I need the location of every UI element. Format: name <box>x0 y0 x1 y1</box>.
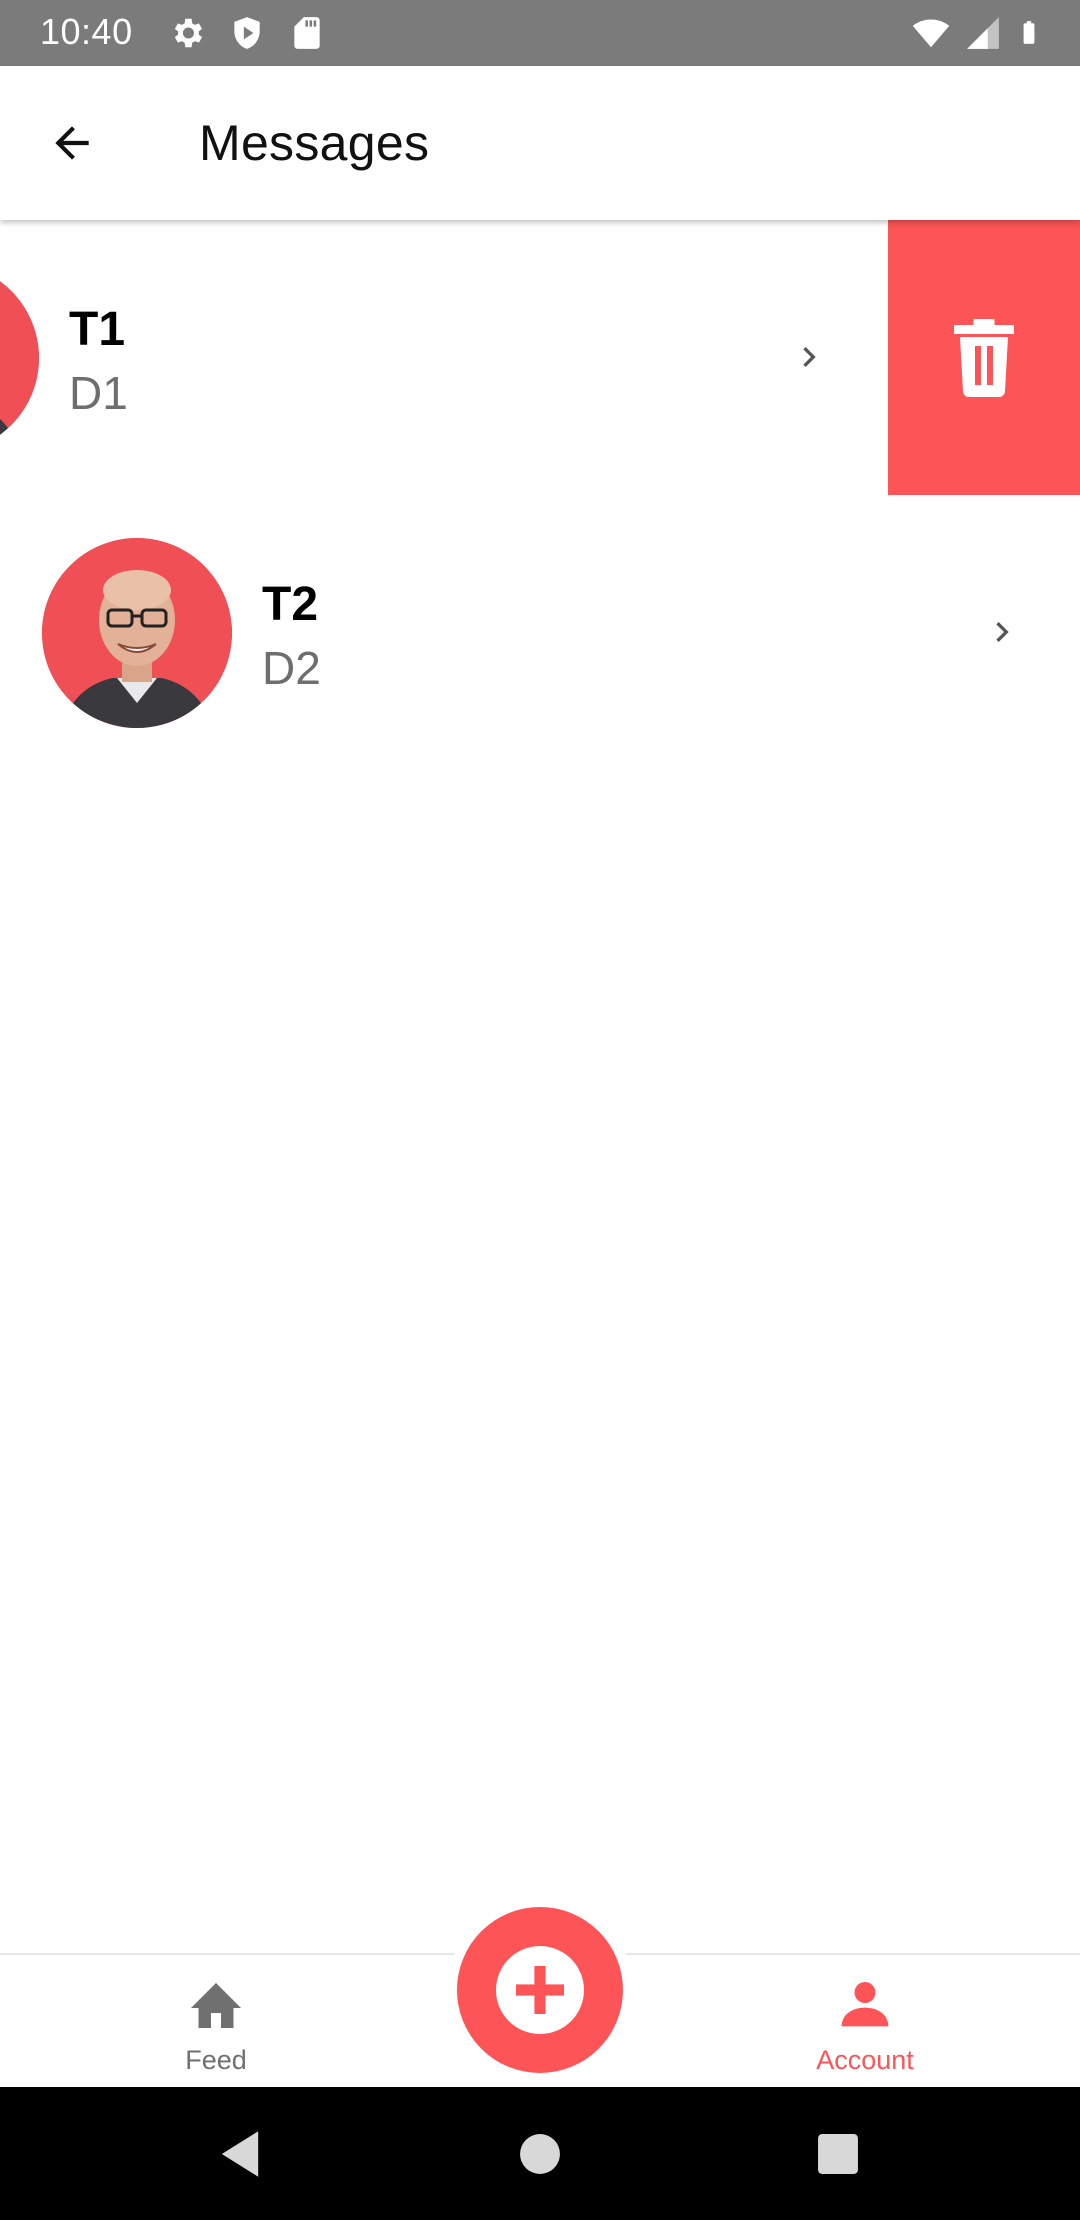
shield-icon <box>234 17 260 49</box>
list-item[interactable]: T1 D1 <box>0 220 1080 495</box>
trash-icon <box>954 318 1014 397</box>
message-subtitle: D1 <box>69 367 128 419</box>
avatar-photo <box>42 538 232 728</box>
list-item-content[interactable]: T2 D2 <box>0 495 1080 770</box>
status-icons-left <box>168 14 326 52</box>
status-icons-right <box>912 14 1042 52</box>
back-triangle-icon <box>221 2131 259 2177</box>
list-item-content[interactable]: T1 D1 <box>0 220 887 495</box>
recents-square-icon <box>818 2134 858 2174</box>
list-item[interactable]: T2 D2 <box>0 495 1080 770</box>
wifi-icon <box>912 19 950 48</box>
nav-label-account: Account <box>816 2045 914 2075</box>
back-button[interactable] <box>36 113 108 173</box>
chevron-right-icon[interactable] <box>982 612 1022 652</box>
message-title: T2 <box>262 578 319 631</box>
home-icon <box>191 1983 241 2028</box>
nav-label-feed: Feed <box>185 2045 247 2075</box>
status-bar: 10:40 <box>0 0 1080 66</box>
person-icon <box>841 1982 889 2027</box>
app-bar: Messages <box>0 66 1080 220</box>
arrow-left-icon <box>55 126 89 160</box>
system-nav-bar <box>0 2087 1080 2220</box>
chevron-right-icon[interactable] <box>789 337 829 377</box>
nav-item-account[interactable]: Account <box>765 1975 965 2085</box>
nav-item-feed[interactable]: Feed <box>116 1975 316 2085</box>
page-title: Messages <box>199 115 430 171</box>
avatar-photo <box>0 263 39 453</box>
plus-icon <box>496 1946 584 2034</box>
system-back-button[interactable] <box>207 2121 273 2187</box>
home-circle-icon <box>520 2134 560 2174</box>
sd-card-icon <box>294 17 320 49</box>
message-title: T1 <box>69 303 126 356</box>
delete-button[interactable] <box>888 220 1080 495</box>
message-subtitle: D2 <box>262 642 321 694</box>
system-recents-button[interactable] <box>805 2121 871 2187</box>
avatar <box>0 263 39 453</box>
signal-icon <box>967 17 999 49</box>
status-time: 10:40 <box>40 11 133 52</box>
settings-icon <box>174 18 203 48</box>
battery-icon <box>1023 21 1035 44</box>
add-button[interactable] <box>449 1899 631 2081</box>
avatar <box>42 538 232 728</box>
system-home-button[interactable] <box>507 2121 573 2187</box>
